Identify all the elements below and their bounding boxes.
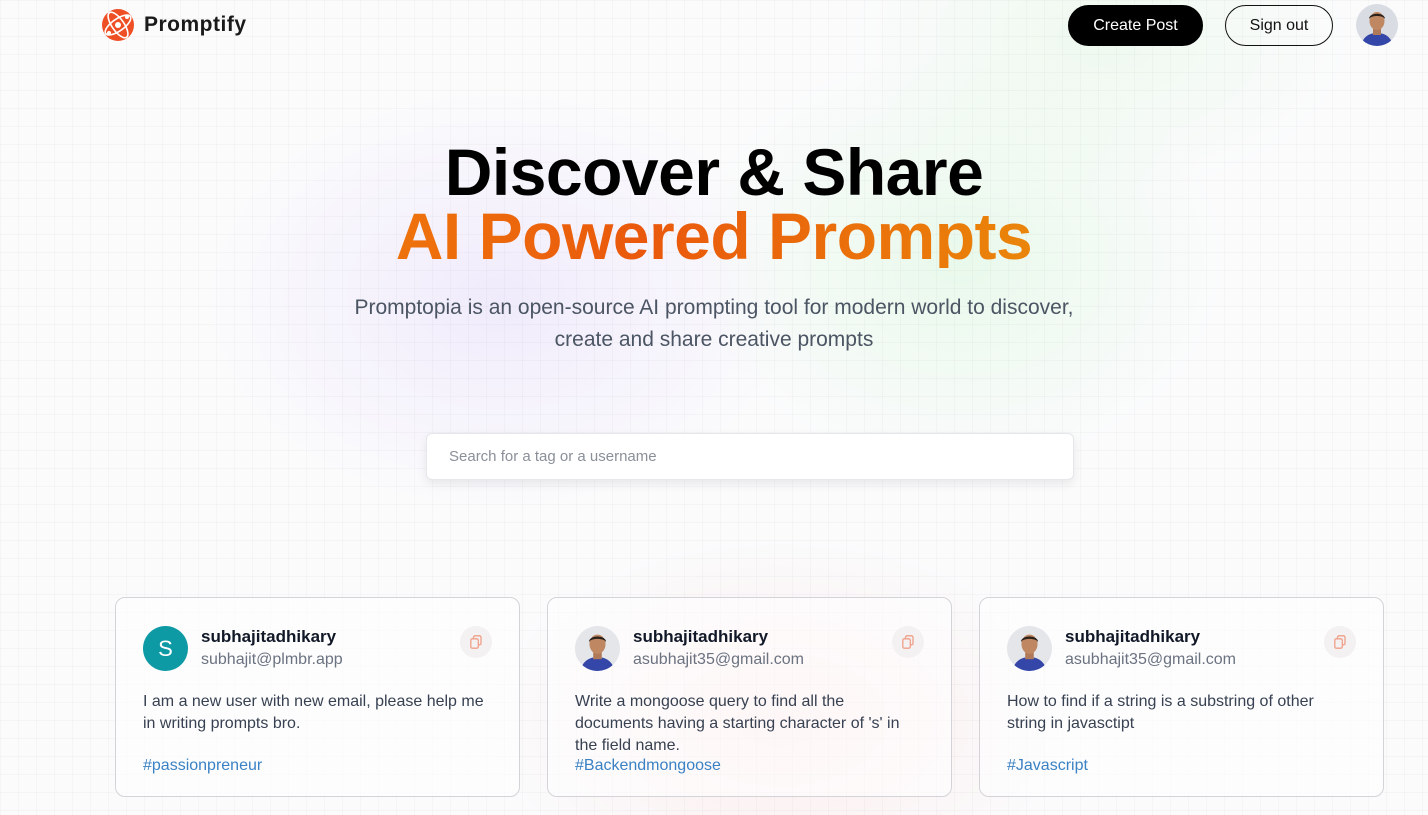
card-username: subhajitadhikary (201, 627, 337, 646)
profile-photo-icon (575, 626, 620, 671)
search-bar (426, 433, 1074, 480)
logo-icon (102, 9, 134, 41)
card-email: asubhajit35@gmail.com (633, 651, 804, 668)
copy-icon (902, 635, 914, 649)
card-header[interactable]: S subhajitadhikary subhajit@plmbr.app (143, 626, 492, 671)
hero-section: Discover & Share AI Powered Prompts Prom… (0, 139, 1428, 356)
profile-photo-icon (1007, 626, 1052, 671)
card-prompt: Write a mongoose query to find all the d… (575, 693, 900, 754)
copy-icon (1334, 635, 1346, 649)
card-tag[interactable]: #Javascript (1007, 757, 1088, 775)
card-prompt: I am a new user with new email, please h… (143, 693, 484, 732)
top-navbar: Promptify Create Post Sign out (0, 0, 1428, 52)
card-email: subhajit@plmbr.app (201, 651, 343, 668)
card-header[interactable]: subhajitadhikary asubhajit35@gmail.com (1007, 626, 1356, 671)
hero-title-line1: Discover & Share (444, 135, 984, 209)
card-avatar[interactable] (1007, 626, 1052, 671)
user-avatar[interactable] (1356, 4, 1398, 46)
hero-title-line2: AI Powered Prompts (0, 203, 1428, 269)
sign-out-button[interactable]: Sign out (1225, 5, 1333, 46)
card-username: subhajitadhikary (1065, 627, 1201, 646)
prompt-card: S subhajitadhikary subhajit@plmbr.app I … (115, 597, 520, 797)
brand-link[interactable]: Promptify (101, 8, 247, 42)
prompt-card: subhajitadhikary asubhajit35@gmail.com H… (979, 597, 1384, 797)
card-tag[interactable]: #Backendmongoose (575, 757, 721, 775)
profile-photo-icon (1356, 4, 1398, 46)
create-post-button[interactable]: Create Post (1068, 5, 1203, 46)
copy-button[interactable] (1324, 626, 1356, 658)
copy-button[interactable] (892, 626, 924, 658)
card-email: asubhajit35@gmail.com (1065, 651, 1236, 668)
card-username: subhajitadhikary (633, 627, 769, 646)
brand-name: Promptify (144, 13, 247, 36)
card-prompt: How to find if a string is a substring o… (1007, 693, 1314, 732)
hero-description: Promptopia is an open-source AI promptin… (354, 296, 1074, 351)
copy-button[interactable] (460, 626, 492, 658)
copy-icon (470, 635, 482, 649)
card-header[interactable]: subhajitadhikary asubhajit35@gmail.com (575, 626, 924, 671)
card-avatar[interactable]: S (143, 626, 188, 671)
hero-title: Discover & Share AI Powered Prompts (0, 139, 1428, 269)
search-input[interactable] (427, 434, 1073, 479)
card-tag[interactable]: #passionpreneur (143, 757, 262, 775)
prompt-card: subhajitadhikary asubhajit35@gmail.com W… (547, 597, 952, 797)
card-avatar[interactable] (575, 626, 620, 671)
